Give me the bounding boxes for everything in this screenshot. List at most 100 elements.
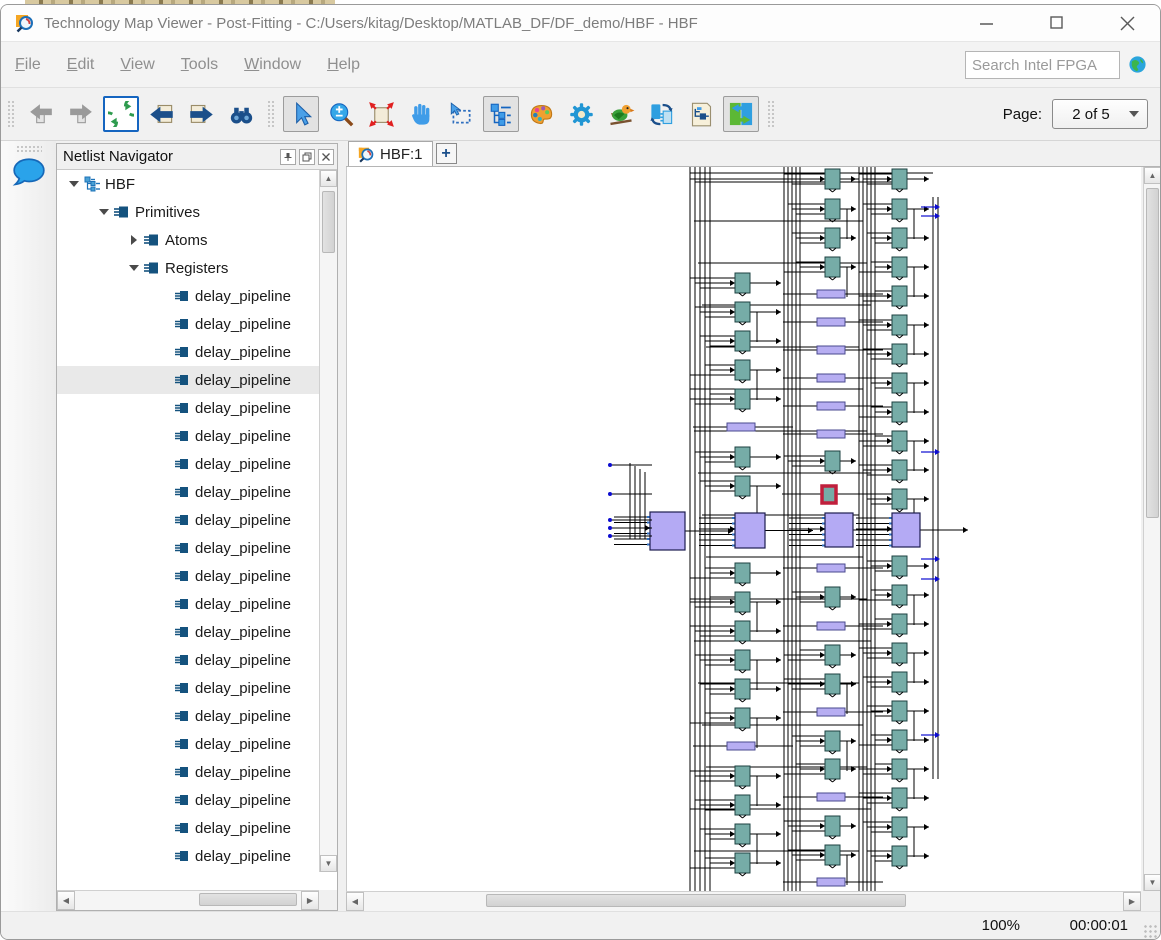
minimize-button[interactable]: [964, 8, 1010, 38]
navigator-hscroll-thumb[interactable]: [199, 893, 297, 906]
canvas-vertical-scrollbar[interactable]: ▲ ▼: [1143, 167, 1161, 891]
tree-item-label: delay_pipeline: [195, 568, 291, 585]
tree-item-delay_pipeline[interactable]: delay_pipeline: [57, 562, 320, 590]
navigator-vertical-scrollbar[interactable]: ▲ ▼: [319, 170, 337, 872]
tree-item-delay_pipeline[interactable]: delay_pipeline: [57, 702, 320, 730]
tree-item-delay_pipeline[interactable]: delay_pipeline: [57, 674, 320, 702]
tree-item-delay_pipeline[interactable]: delay_pipeline: [57, 478, 320, 506]
canvas-scroll-down-button[interactable]: ▼: [1144, 874, 1161, 891]
menu-window[interactable]: Window: [244, 56, 301, 74]
select-tool-button[interactable]: [283, 96, 319, 132]
birds-eye-view-button[interactable]: [603, 96, 639, 132]
close-button[interactable]: [1104, 8, 1150, 38]
tree-item-delay_pipeline[interactable]: delay_pipeline: [57, 590, 320, 618]
menu-file[interactable]: File: [15, 56, 41, 74]
canvas-scroll-up-button[interactable]: ▲: [1144, 167, 1161, 184]
maximize-button[interactable]: [1034, 8, 1080, 38]
back-button[interactable]: [23, 96, 59, 132]
settings-button[interactable]: [563, 96, 599, 132]
expander-open-icon[interactable]: [125, 265, 143, 271]
schematic-view-button[interactable]: [683, 96, 719, 132]
navigator-horizontal-scrollbar[interactable]: ◀ ▶: [57, 890, 319, 910]
toolbar-separator-handle[interactable]: [267, 100, 275, 128]
netlist-navigator-button[interactable]: [483, 96, 519, 132]
refresh-button[interactable]: [103, 96, 139, 132]
canvas-scroll-left-button[interactable]: ◀: [346, 892, 364, 911]
menu-help[interactable]: Help: [327, 56, 360, 74]
register-icon: [173, 651, 191, 669]
forward-icon: [68, 101, 94, 127]
tab-hbf-1[interactable]: HBF:1: [348, 141, 433, 166]
tree-item-registers[interactable]: Registers: [57, 254, 320, 282]
tree-item-delay_pipeline[interactable]: delay_pipeline: [57, 310, 320, 338]
pin-button[interactable]: [280, 149, 296, 165]
canvas-scroll-right-button[interactable]: ▶: [1123, 892, 1141, 911]
color-settings-button[interactable]: [523, 96, 559, 132]
tree-item-delay_pipeline[interactable]: delay_pipeline: [57, 422, 320, 450]
add-tab-button[interactable]: +: [436, 143, 457, 164]
schematic-drawing[interactable]: [346, 167, 1141, 891]
status-bar: 100% 00:00:01: [1, 911, 1160, 940]
tree-item-delay_pipeline[interactable]: delay_pipeline: [57, 814, 320, 842]
forward-button[interactable]: [63, 96, 99, 132]
scroll-left-button[interactable]: ◀: [57, 891, 75, 910]
tree-item-delay_pipeline[interactable]: delay_pipeline: [57, 506, 320, 534]
tree-item-delay_pipeline[interactable]: delay_pipeline: [57, 450, 320, 478]
float-button[interactable]: [299, 149, 315, 165]
expander-open-icon[interactable]: [65, 181, 83, 187]
tree-item-delay_pipeline[interactable]: delay_pipeline: [57, 786, 320, 814]
find-button[interactable]: [223, 96, 259, 132]
canvas-horizontal-scrollbar[interactable]: ◀ ▶: [346, 891, 1141, 911]
schematic-canvas-area: HBF:1 + ▲ ▼ ◀ ▶: [346, 141, 1161, 911]
tree-item-label: delay_pipeline: [195, 456, 291, 473]
fit-view-button[interactable]: [363, 96, 399, 132]
scroll-right-button[interactable]: ▶: [301, 891, 319, 910]
select-tool-icon: [288, 101, 314, 127]
panel-close-button[interactable]: [318, 149, 334, 165]
tree-item-delay_pipeline[interactable]: delay_pipeline: [57, 758, 320, 786]
menu-tools[interactable]: Tools: [181, 56, 218, 74]
tree-item-delay_pipeline[interactable]: delay_pipeline: [57, 842, 320, 870]
navigator-vscroll-thumb[interactable]: [322, 191, 335, 253]
canvas-hscroll-thumb[interactable]: [486, 894, 906, 907]
expander-open-icon[interactable]: [95, 209, 113, 215]
swap-views-button[interactable]: [643, 96, 679, 132]
pan-tool-button[interactable]: [403, 96, 439, 132]
scroll-down-button[interactable]: ▼: [320, 855, 337, 872]
tile-views-button[interactable]: [723, 96, 759, 132]
tree-item-hbf[interactable]: HBF: [57, 170, 320, 198]
zoom-tool-button[interactable]: [323, 96, 359, 132]
globe-icon[interactable]: [1128, 55, 1147, 74]
scroll-up-button[interactable]: ▲: [320, 170, 337, 187]
canvas-vscroll-thumb[interactable]: [1146, 188, 1159, 518]
toolbar-end-handle[interactable]: [767, 100, 775, 128]
register-icon-wrap: [173, 427, 193, 445]
previous-page-button[interactable]: [143, 96, 179, 132]
resize-grip[interactable]: [1143, 924, 1157, 938]
page-dropdown[interactable]: 2 of 5: [1052, 99, 1148, 129]
menu-view[interactable]: View: [120, 56, 154, 74]
toolbar-drag-handle[interactable]: [7, 100, 15, 128]
tree-item-delay_pipeline[interactable]: delay_pipeline: [57, 534, 320, 562]
canvas-scrollbar-corner: [1143, 891, 1161, 911]
tree-item-delay_pipeline[interactable]: delay_pipeline: [57, 394, 320, 422]
side-strip-handle[interactable]: [16, 145, 42, 153]
next-page-button[interactable]: [183, 96, 219, 132]
register-icon-wrap: [173, 595, 193, 613]
tree-item-delay_pipeline[interactable]: delay_pipeline: [57, 338, 320, 366]
register-icon-wrap: [173, 623, 193, 641]
tree-item-delay_pipeline[interactable]: delay_pipeline: [57, 366, 320, 394]
tree-item-delay_pipeline[interactable]: delay_pipeline: [57, 870, 320, 872]
expander-closed-icon[interactable]: [125, 235, 143, 245]
tree-item-label: delay_pipeline: [195, 764, 291, 781]
rubberband-select-button[interactable]: [443, 96, 479, 132]
tree-item-atoms[interactable]: Atoms: [57, 226, 320, 254]
menu-edit[interactable]: Edit: [67, 56, 95, 74]
tree-item-delay_pipeline[interactable]: delay_pipeline: [57, 646, 320, 674]
tree-item-delay_pipeline[interactable]: delay_pipeline: [57, 618, 320, 646]
tree-item-primitives[interactable]: Primitives: [57, 198, 320, 226]
tree-item-delay_pipeline[interactable]: delay_pipeline: [57, 730, 320, 758]
comment-bubble-icon[interactable]: [11, 157, 47, 189]
tree-item-delay_pipeline[interactable]: delay_pipeline: [57, 282, 320, 310]
search-input[interactable]: [965, 51, 1120, 79]
